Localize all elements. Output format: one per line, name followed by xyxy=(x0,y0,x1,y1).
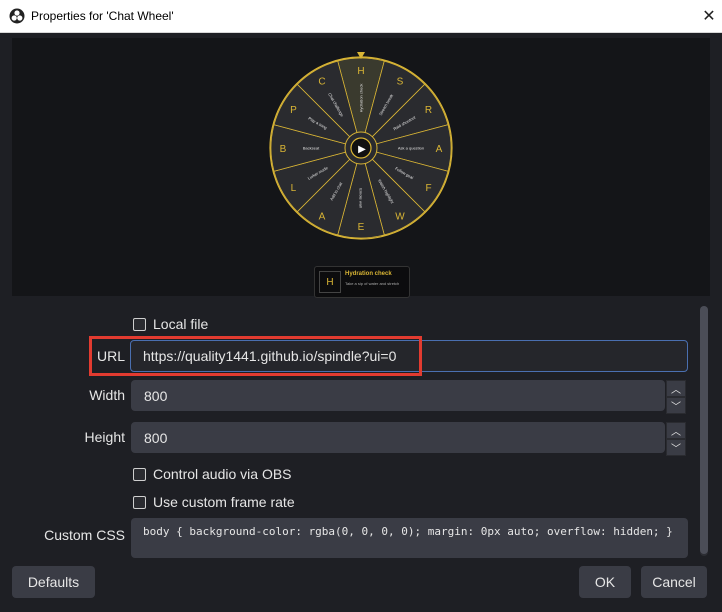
result-title: Hydration check xyxy=(345,271,392,277)
control-audio-checkbox-row[interactable]: Control audio via OBS xyxy=(133,466,292,482)
result-subtitle: Take a sip of water and stretch xyxy=(345,281,400,286)
wheel-letter: H xyxy=(357,66,364,77)
width-up-icon[interactable]: ︿ xyxy=(666,380,686,397)
height-stepper[interactable]: ︿ ﹀ xyxy=(666,422,686,456)
width-down-icon[interactable]: ﹀ xyxy=(666,397,686,414)
wheel-letter: C xyxy=(318,76,325,87)
wheel-letter: L xyxy=(291,183,297,194)
highlight-box xyxy=(89,336,422,376)
height-up-icon[interactable]: ︿ xyxy=(666,422,686,439)
wheel-letter: A xyxy=(436,144,443,155)
height-down-icon[interactable]: ﹀ xyxy=(666,439,686,456)
wheel-letter: B xyxy=(280,144,287,155)
wheel-letter: F xyxy=(425,183,431,194)
wheel-letter: W xyxy=(395,212,405,223)
height-field[interactable]: 800 xyxy=(131,422,665,453)
chat-wheel: HHydration checkSStretch break RRaid shou… xyxy=(269,52,453,240)
title-bar: Properties for 'Chat Wheel' ✕ xyxy=(0,0,722,33)
local-file-label: Local file xyxy=(153,316,209,332)
wheel-segment-text: Backseat xyxy=(303,146,320,151)
result-letter: H xyxy=(319,271,341,293)
cancel-button[interactable]: Cancel xyxy=(641,566,707,598)
width-field[interactable]: 800 xyxy=(131,380,665,411)
close-icon[interactable]: ✕ xyxy=(696,0,722,32)
custom-css-field[interactable]: body { background-color: rgba(0, 0, 0, 0… xyxy=(131,518,688,558)
ok-button[interactable]: OK xyxy=(579,566,631,598)
height-label: Height xyxy=(84,429,125,445)
custom-fps-label: Use custom frame rate xyxy=(153,494,295,510)
window-title: Properties for 'Chat Wheel' xyxy=(31,9,174,23)
obs-app-icon xyxy=(9,8,25,24)
wheel-letter: R xyxy=(425,105,432,116)
wheel-segment-text: Hydration check xyxy=(359,84,364,113)
control-audio-label: Control audio via OBS xyxy=(153,466,292,482)
defaults-button[interactable]: Defaults xyxy=(12,566,95,598)
scrollbar-thumb[interactable] xyxy=(700,306,708,554)
control-audio-checkbox[interactable] xyxy=(133,467,146,481)
width-stepper[interactable]: ︿ ﹀ xyxy=(666,380,686,414)
custom-fps-checkbox[interactable] xyxy=(133,495,146,509)
custom-fps-checkbox-row[interactable]: Use custom frame rate xyxy=(133,494,295,510)
wheel-segment-text: Emote wall xyxy=(359,188,364,208)
wheel-letter: A xyxy=(319,212,326,223)
play-icon[interactable]: ▶ xyxy=(358,144,366,155)
wheel-segment-text: Ask a question xyxy=(398,146,424,151)
wheel-letter: S xyxy=(397,76,404,87)
wheel-letter: E xyxy=(358,222,365,233)
browser-preview: H Hydration check S Stretch break R Raid shou… xyxy=(12,38,710,298)
result-card: H Hydration check Take a sip of water an… xyxy=(314,266,410,298)
wheel-letter: P xyxy=(290,105,297,116)
width-label: Width xyxy=(89,387,125,403)
local-file-checkbox-row[interactable]: Local file xyxy=(133,316,208,332)
local-file-checkbox[interactable] xyxy=(133,317,146,331)
custom-css-label: Custom CSS xyxy=(44,527,125,543)
